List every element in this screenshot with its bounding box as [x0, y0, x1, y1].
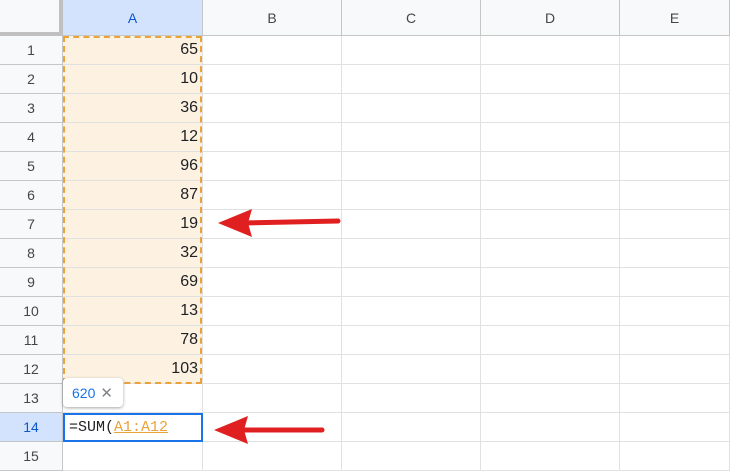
row-header-4[interactable]: 4 [0, 123, 63, 152]
cell-b10[interactable] [203, 297, 342, 326]
cell-e1[interactable] [620, 36, 730, 65]
row-header-7[interactable]: 7 [0, 210, 63, 239]
cell-e6[interactable] [620, 181, 730, 210]
active-cell-editor-a14[interactable]: =SUM(A1:A12 [63, 413, 203, 442]
cell-c4[interactable] [342, 123, 481, 152]
cell-c3[interactable] [342, 94, 481, 123]
row-header-9[interactable]: 9 [0, 268, 63, 297]
cell-a4[interactable]: 12 [63, 123, 203, 152]
cell-b12[interactable] [203, 355, 342, 384]
cell-d3[interactable] [481, 94, 620, 123]
red-arrow-left-icon [218, 209, 341, 237]
cell-b1[interactable] [203, 36, 342, 65]
cell-e9[interactable] [620, 268, 730, 297]
column-header-a[interactable]: A [63, 0, 203, 36]
spreadsheet-grid: A B C D E 1 65 2 10 3 36 4 12 5 96 6 87 7 19 8 32 9 69 10 1… [0, 0, 730, 471]
cell-a9[interactable]: 69 [63, 268, 203, 297]
row-header-5[interactable]: 5 [0, 152, 63, 181]
cell-a7[interactable]: 19 [63, 210, 203, 239]
cell-e10[interactable] [620, 297, 730, 326]
cell-b8[interactable] [203, 239, 342, 268]
formula-result-value: 620 [72, 384, 96, 401]
cell-a10[interactable]: 13 [63, 297, 203, 326]
cell-c14[interactable] [342, 413, 481, 442]
cell-b3[interactable] [203, 94, 342, 123]
column-header-d[interactable]: D [481, 0, 620, 36]
row-header-11[interactable]: 11 [0, 326, 63, 355]
row-header-6[interactable]: 6 [0, 181, 63, 210]
cell-d6[interactable] [481, 181, 620, 210]
row-header-13[interactable]: 13 [0, 384, 63, 413]
row-header-14[interactable]: 14 [0, 413, 63, 442]
formula-range-argument: A1:A12 [114, 419, 169, 436]
cell-d8[interactable] [481, 239, 620, 268]
cell-b9[interactable] [203, 268, 342, 297]
cell-e13[interactable] [620, 384, 730, 413]
cell-d12[interactable] [481, 355, 620, 384]
column-header-c[interactable]: C [342, 0, 481, 36]
cell-e4[interactable] [620, 123, 730, 152]
formula-result-tooltip: 620 ✕ [63, 378, 123, 407]
cell-d5[interactable] [481, 152, 620, 181]
cell-e5[interactable] [620, 152, 730, 181]
red-arrow-left-icon [214, 416, 325, 444]
cell-b2[interactable] [203, 65, 342, 94]
cell-c11[interactable] [342, 326, 481, 355]
cell-a6[interactable]: 87 [63, 181, 203, 210]
cell-d10[interactable] [481, 297, 620, 326]
cell-d2[interactable] [481, 65, 620, 94]
cell-a3[interactable]: 36 [63, 94, 203, 123]
cell-c9[interactable] [342, 268, 481, 297]
cell-e3[interactable] [620, 94, 730, 123]
formula-function-text: =SUM( [69, 419, 115, 436]
cell-a2[interactable]: 10 [63, 65, 203, 94]
cell-d11[interactable] [481, 326, 620, 355]
cell-e14[interactable] [620, 413, 730, 442]
cell-e12[interactable] [620, 355, 730, 384]
cell-d7[interactable] [481, 210, 620, 239]
close-icon[interactable]: ✕ [100, 384, 113, 402]
row-header-10[interactable]: 10 [0, 297, 63, 326]
cell-c5[interactable] [342, 152, 481, 181]
row-header-12[interactable]: 12 [0, 355, 63, 384]
cell-a5[interactable]: 96 [63, 152, 203, 181]
cell-c10[interactable] [342, 297, 481, 326]
cell-d14[interactable] [481, 413, 620, 442]
cell-d9[interactable] [481, 268, 620, 297]
column-header-e[interactable]: E [620, 0, 730, 36]
cell-c12[interactable] [342, 355, 481, 384]
cell-e8[interactable] [620, 239, 730, 268]
cell-a1[interactable]: 65 [63, 36, 203, 65]
select-all-corner[interactable] [0, 0, 63, 36]
cell-e2[interactable] [620, 65, 730, 94]
cell-b13[interactable] [203, 384, 342, 413]
cell-c2[interactable] [342, 65, 481, 94]
cell-d13[interactable] [481, 384, 620, 413]
cell-b5[interactable] [203, 152, 342, 181]
cell-c6[interactable] [342, 181, 481, 210]
cell-c13[interactable] [342, 384, 481, 413]
row-header-1[interactable]: 1 [0, 36, 63, 65]
cell-b6[interactable] [203, 181, 342, 210]
cell-c1[interactable] [342, 36, 481, 65]
cell-b11[interactable] [203, 326, 342, 355]
cell-d4[interactable] [481, 123, 620, 152]
row-header-8[interactable]: 8 [0, 239, 63, 268]
row-header-3[interactable]: 3 [0, 94, 63, 123]
cell-a8[interactable]: 32 [63, 239, 203, 268]
cell-e7[interactable] [620, 210, 730, 239]
cell-b4[interactable] [203, 123, 342, 152]
cell-c8[interactable] [342, 239, 481, 268]
cell-e11[interactable] [620, 326, 730, 355]
column-header-b[interactable]: B [203, 0, 342, 36]
row-header-2[interactable]: 2 [0, 65, 63, 94]
cell-a11[interactable]: 78 [63, 326, 203, 355]
cell-c7[interactable] [342, 210, 481, 239]
cell-d1[interactable] [481, 36, 620, 65]
